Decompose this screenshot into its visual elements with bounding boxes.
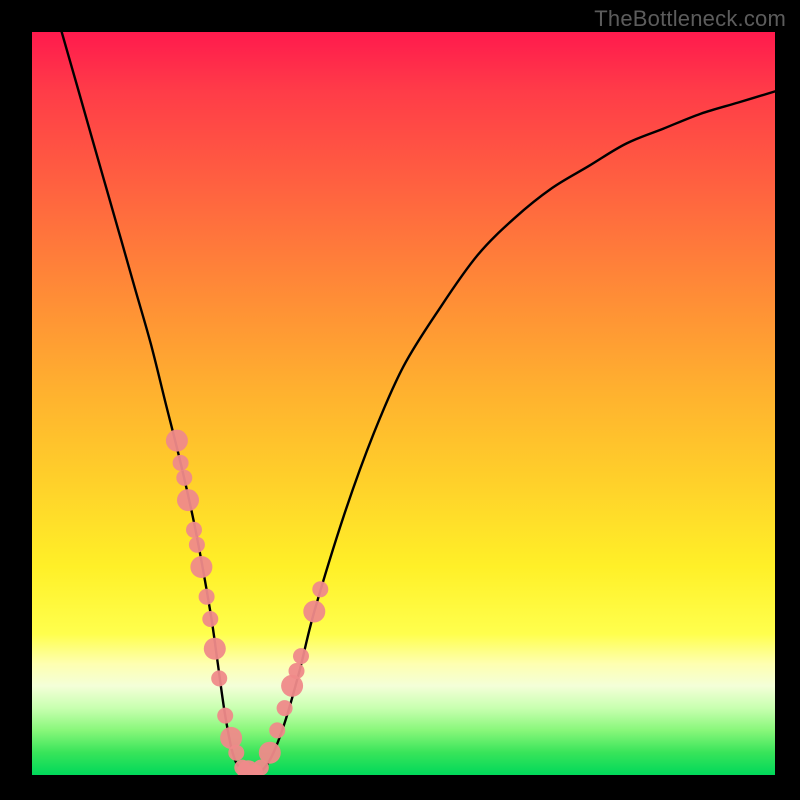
highlight-dot	[190, 556, 212, 578]
highlight-dot	[202, 611, 218, 627]
highlight-dot	[173, 455, 189, 471]
highlight-dot	[211, 670, 227, 686]
highlight-dot	[289, 663, 305, 679]
highlight-dot	[293, 648, 309, 664]
highlight-dot	[303, 601, 325, 623]
highlight-dot	[166, 430, 188, 452]
plot-area	[32, 32, 775, 775]
highlight-dot	[228, 745, 244, 761]
highlight-dot	[176, 470, 192, 486]
highlight-dot	[186, 522, 202, 538]
watermark-text: TheBottleneck.com	[594, 6, 786, 32]
highlight-dot	[189, 537, 205, 553]
highlight-dot	[277, 700, 293, 716]
chart-svg	[32, 32, 775, 775]
highlight-dot	[312, 581, 328, 597]
highlight-dot	[177, 489, 199, 511]
highlight-dot	[217, 708, 233, 724]
highlight-dot	[259, 742, 281, 764]
bottleneck-curve	[62, 32, 775, 775]
highlight-dot	[269, 722, 285, 738]
highlight-dots	[166, 430, 328, 775]
chart-stage: TheBottleneck.com	[0, 0, 800, 800]
highlight-dot	[199, 589, 215, 605]
highlight-dot	[204, 638, 226, 660]
